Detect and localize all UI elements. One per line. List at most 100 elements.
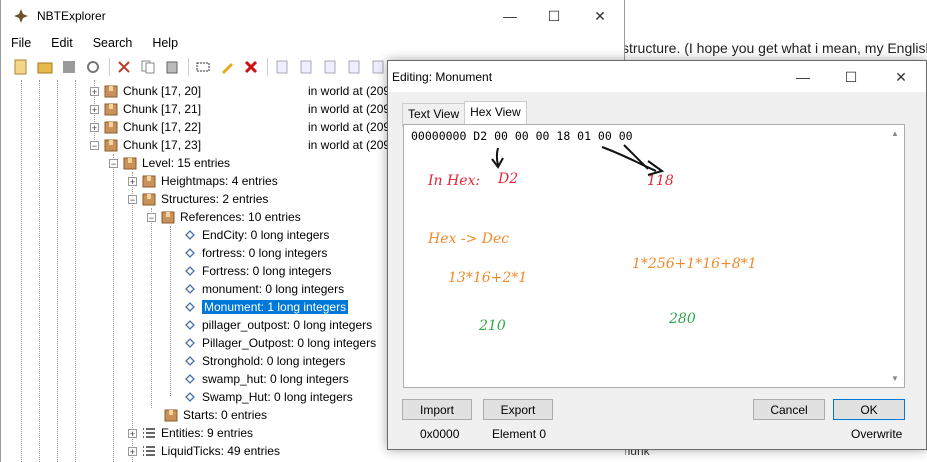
long-array-icon: [182, 299, 198, 315]
tree-node-long-array[interactable]: Pillager_Outpost: 0 long integers: [182, 334, 376, 352]
tree-node-chunk[interactable]: + Chunk [17, 22] in world at (209, 278): [90, 118, 421, 136]
add-short-tag-icon[interactable]: [298, 59, 314, 75]
delete-icon[interactable]: [243, 59, 259, 75]
annotation-calc-280: 1*256+1*16+8*1: [632, 256, 757, 272]
tree-node-long-array[interactable]: monument: 0 long integers: [182, 280, 344, 298]
tree-node-long-array[interactable]: EndCity: 0 long integers: [182, 226, 329, 244]
add-long-tag-icon[interactable]: [346, 59, 362, 75]
menu-help[interactable]: Help: [152, 36, 178, 50]
long-array-icon: [182, 353, 198, 369]
export-button[interactable]: Export: [483, 399, 553, 420]
tree-node-structures[interactable]: − Structures: 2 entries: [128, 190, 268, 208]
tree-node-chunk[interactable]: + Chunk [17, 20] in world at (209, 276): [90, 82, 421, 100]
add-int-tag-icon[interactable]: [322, 59, 338, 75]
collapse-toggle[interactable]: −: [90, 140, 99, 150]
expand-toggle[interactable]: +: [90, 104, 99, 114]
annotation-d2: D2: [498, 171, 519, 187]
tree-node-long-array[interactable]: Swamp_Hut: 0 long integers: [182, 388, 353, 406]
save-icon[interactable]: [61, 59, 77, 75]
tree-node-label: Swamp_Hut: 0 long integers: [202, 390, 353, 404]
tree-node-label: Pillager_Outpost: 0 long integers: [202, 336, 377, 350]
menu-search[interactable]: Search: [93, 36, 133, 50]
compound-box-icon: [141, 173, 157, 189]
long-array-icon: [182, 317, 198, 333]
expand-toggle[interactable]: +: [128, 176, 137, 186]
tree-guide-line: [132, 172, 133, 462]
cut-icon[interactable]: [116, 59, 132, 75]
tree-node-entities[interactable]: + Entities: 9 entries: [128, 424, 253, 442]
new-file-icon[interactable]: [13, 59, 29, 75]
tree-node-liquidticks[interactable]: + LiquidTicks: 49 entries: [128, 442, 280, 460]
tree-node-label: Chunk [17, 21]: [123, 102, 202, 116]
tree-node-long-array[interactable]: swamp_hut: 0 long integers: [182, 370, 349, 388]
hex-editor[interactable]: 00000000 D2 00 00 00 18 01 00 00 In Hex:…: [403, 124, 905, 388]
dialog-close-button[interactable]: ✕: [878, 61, 924, 93]
tree-node-long-array[interactable]: pillager_outpost: 0 long integers: [182, 316, 372, 334]
tree-node-label: Chunk [17, 22]: [123, 120, 202, 134]
cancel-button[interactable]: Cancel: [753, 399, 825, 420]
tree-node-label: pillager_outpost: 0 long integers: [202, 318, 373, 332]
tree-node-chunk[interactable]: − Chunk [17, 23] in world at (209, 279): [90, 136, 421, 154]
tree-node-starts[interactable]: Starts: 0 entries: [163, 406, 267, 424]
hex-vertical-scrollbar[interactable]: ▲ ▼: [888, 125, 904, 387]
menu-edit[interactable]: Edit: [51, 36, 73, 50]
dialog-title-bar: Editing: Monument — ☐ ✕: [388, 61, 926, 92]
tree-node-long-array[interactable]: Fortress: 0 long integers: [182, 262, 331, 280]
minimize-button[interactable]: —: [487, 0, 533, 32]
annotation-hex-to-dec: Hex -> Dec: [428, 231, 510, 247]
expand-toggle[interactable]: +: [128, 428, 137, 438]
tree-node-label: Starts: 0 entries: [183, 408, 268, 422]
tab-hex-view[interactable]: Hex View: [464, 101, 527, 125]
tree-node-heightmaps[interactable]: + Heightmaps: 4 entries: [128, 172, 278, 190]
tree-node-label: monument: 0 long integers: [202, 282, 345, 296]
status-offset: 0x0000: [420, 427, 460, 441]
copy-icon[interactable]: [140, 59, 156, 75]
annotation-result-210: 210: [479, 318, 506, 334]
refresh-icon[interactable]: [85, 59, 101, 75]
tree-node-long-array[interactable]: fortress: 0 long integers: [182, 244, 327, 262]
collapse-toggle[interactable]: −: [109, 158, 118, 168]
compound-box-icon: [160, 209, 176, 225]
tree-node-long-array[interactable]: Stronghold: 0 long integers: [182, 352, 345, 370]
rename-icon[interactable]: [195, 59, 211, 75]
dialog-maximize-button[interactable]: ☐: [828, 61, 874, 93]
compound-box-icon: [103, 83, 119, 99]
list-icon: [141, 443, 157, 459]
collapse-toggle[interactable]: −: [128, 194, 137, 204]
tree-node-long-array-selected[interactable]: Monument: 1 long integers: [182, 298, 349, 316]
tree-node-label: Structures: 2 entries: [161, 192, 269, 206]
tree-node-label: Chunk [17, 20]: [123, 84, 202, 98]
expand-toggle[interactable]: +: [90, 122, 99, 132]
edit-pencil-icon[interactable]: [219, 59, 235, 75]
title-bar: NBTExplorer — ☐ ✕: [1, 0, 624, 32]
expand-toggle[interactable]: +: [90, 86, 99, 96]
scroll-down-arrow-icon[interactable]: ▼: [891, 374, 899, 383]
maximize-button[interactable]: ☐: [531, 0, 577, 32]
collapse-toggle[interactable]: −: [147, 212, 156, 222]
background-text: structure. (I hope you get what i mean, …: [622, 40, 927, 56]
tree-node-label: LiquidTicks: 49 entries: [161, 444, 280, 458]
compound-box-icon: [122, 155, 138, 171]
tree-node-level[interactable]: − Level: 15 entries: [109, 154, 230, 172]
status-mode: Overwrite: [851, 427, 903, 441]
tree-node-chunk[interactable]: + Chunk [17, 21] in world at (209, 277): [90, 100, 421, 118]
open-folder-icon[interactable]: [37, 59, 53, 75]
paste-icon[interactable]: [164, 59, 180, 75]
import-button[interactable]: Import: [402, 399, 472, 420]
ok-button[interactable]: OK: [833, 399, 905, 420]
add-float-tag-icon[interactable]: [370, 59, 386, 75]
tree-node-label: Level: 15 entries: [142, 156, 231, 170]
toolbar-separator: [267, 58, 268, 76]
toolbar-separator: [188, 58, 189, 76]
dialog-minimize-button[interactable]: —: [780, 61, 826, 93]
toolbar-separator: [109, 58, 110, 76]
long-array-icon: [182, 281, 198, 297]
close-button[interactable]: ✕: [577, 0, 623, 32]
scroll-up-arrow-icon[interactable]: ▲: [891, 129, 899, 138]
list-icon: [141, 425, 157, 441]
add-byte-tag-icon[interactable]: [274, 59, 290, 75]
annotation-calc-210: 13*16+2*1: [448, 270, 528, 286]
menu-file[interactable]: File: [11, 36, 31, 50]
tree-node-references[interactable]: − References: 10 entries: [147, 208, 301, 226]
expand-toggle[interactable]: +: [128, 446, 137, 456]
